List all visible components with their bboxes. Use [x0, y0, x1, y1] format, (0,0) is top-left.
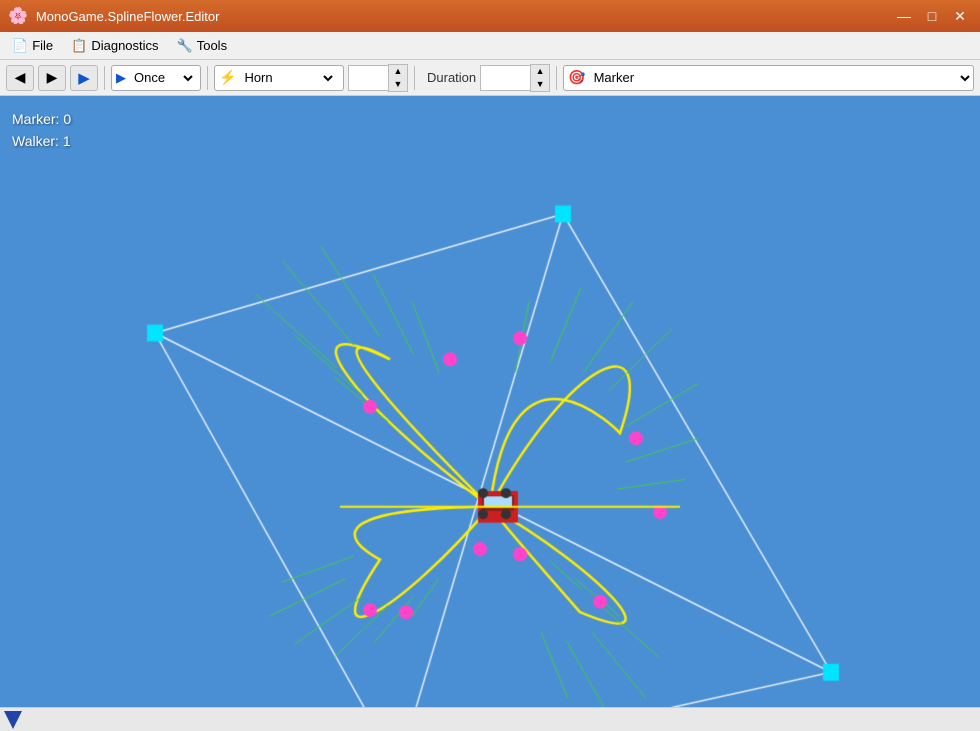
count-spinbox[interactable]: 3 ▲ ▼ [348, 64, 408, 92]
walker-info: Walker: 1 [12, 130, 71, 152]
marker-icon: 🎯 [568, 69, 585, 86]
count-up-button[interactable]: ▲ [389, 65, 407, 78]
sep-4 [556, 66, 557, 90]
marker-dropdown[interactable]: 🎯 Marker Marker 1 Marker 2 [563, 65, 974, 91]
marker-info: Marker: 0 [12, 108, 71, 130]
duration-up-button[interactable]: ▲ [531, 65, 549, 78]
once-select[interactable]: Once Loop PingPong [126, 66, 196, 90]
count-down-button[interactable]: ▼ [389, 78, 407, 91]
spline-canvas[interactable] [0, 96, 980, 707]
menu-bar: 📄 File 📋 Diagnostics 🔧 Tools [0, 32, 980, 60]
menu-tools-label: Tools [197, 38, 227, 53]
status-bar [0, 707, 980, 731]
toolbar: ◀ ▶ ▶ ▶ Once Loop PingPong ⚡ Horn Sine S… [0, 60, 980, 96]
duration-label: Duration [427, 70, 476, 85]
record-icon: ▶ [78, 69, 90, 87]
info-overlay: Marker: 0 Walker: 1 [12, 108, 71, 153]
duration-spinbox[interactable]: 7 ▲ ▼ [480, 64, 550, 92]
play-mode-icon: ▶ [116, 70, 126, 86]
file-icon: 📄 [12, 38, 28, 54]
horn-dropdown[interactable]: ⚡ Horn Sine Square [214, 65, 344, 91]
maximize-button[interactable]: □ [920, 6, 944, 26]
once-dropdown[interactable]: ▶ Once Loop PingPong [111, 65, 201, 91]
sep-3 [414, 66, 415, 90]
menu-file-label: File [32, 38, 53, 53]
horn-select[interactable]: Horn Sine Square [236, 66, 336, 90]
duration-spin-buttons: ▲ ▼ [530, 64, 550, 92]
back-icon: ◀ [15, 69, 26, 86]
diagnostics-icon: 📋 [71, 38, 87, 54]
close-button[interactable]: ✕ [948, 6, 972, 26]
status-indicator [4, 711, 22, 729]
menu-diagnostics-label: Diagnostics [91, 38, 158, 53]
title-bar: 🌸 MonoGame.SplineFlower.Editor — □ ✕ [0, 0, 980, 32]
app-icon: 🌸 [8, 6, 28, 26]
forward-icon: ▶ [47, 69, 58, 86]
duration-input[interactable]: 7 [480, 65, 530, 91]
record-button[interactable]: ▶ [70, 65, 98, 91]
duration-down-button[interactable]: ▼ [531, 78, 549, 91]
sep-2 [207, 66, 208, 90]
back-button[interactable]: ◀ [6, 65, 34, 91]
canvas-area[interactable]: Marker: 0 Walker: 1 [0, 96, 980, 707]
marker-select[interactable]: Marker Marker 1 Marker 2 [586, 66, 973, 90]
menu-tools[interactable]: 🔧 Tools [169, 36, 236, 56]
tools-icon: 🔧 [177, 38, 193, 54]
menu-file[interactable]: 📄 File [4, 36, 61, 56]
app-title: MonoGame.SplineFlower.Editor [36, 9, 220, 24]
menu-diagnostics[interactable]: 📋 Diagnostics [63, 36, 166, 56]
lightning-icon: ⚡ [219, 69, 236, 86]
sep-1 [104, 66, 105, 90]
minimize-button[interactable]: — [892, 6, 916, 26]
count-spin-buttons: ▲ ▼ [388, 64, 408, 92]
count-input[interactable]: 3 [348, 65, 388, 91]
forward-button[interactable]: ▶ [38, 65, 66, 91]
